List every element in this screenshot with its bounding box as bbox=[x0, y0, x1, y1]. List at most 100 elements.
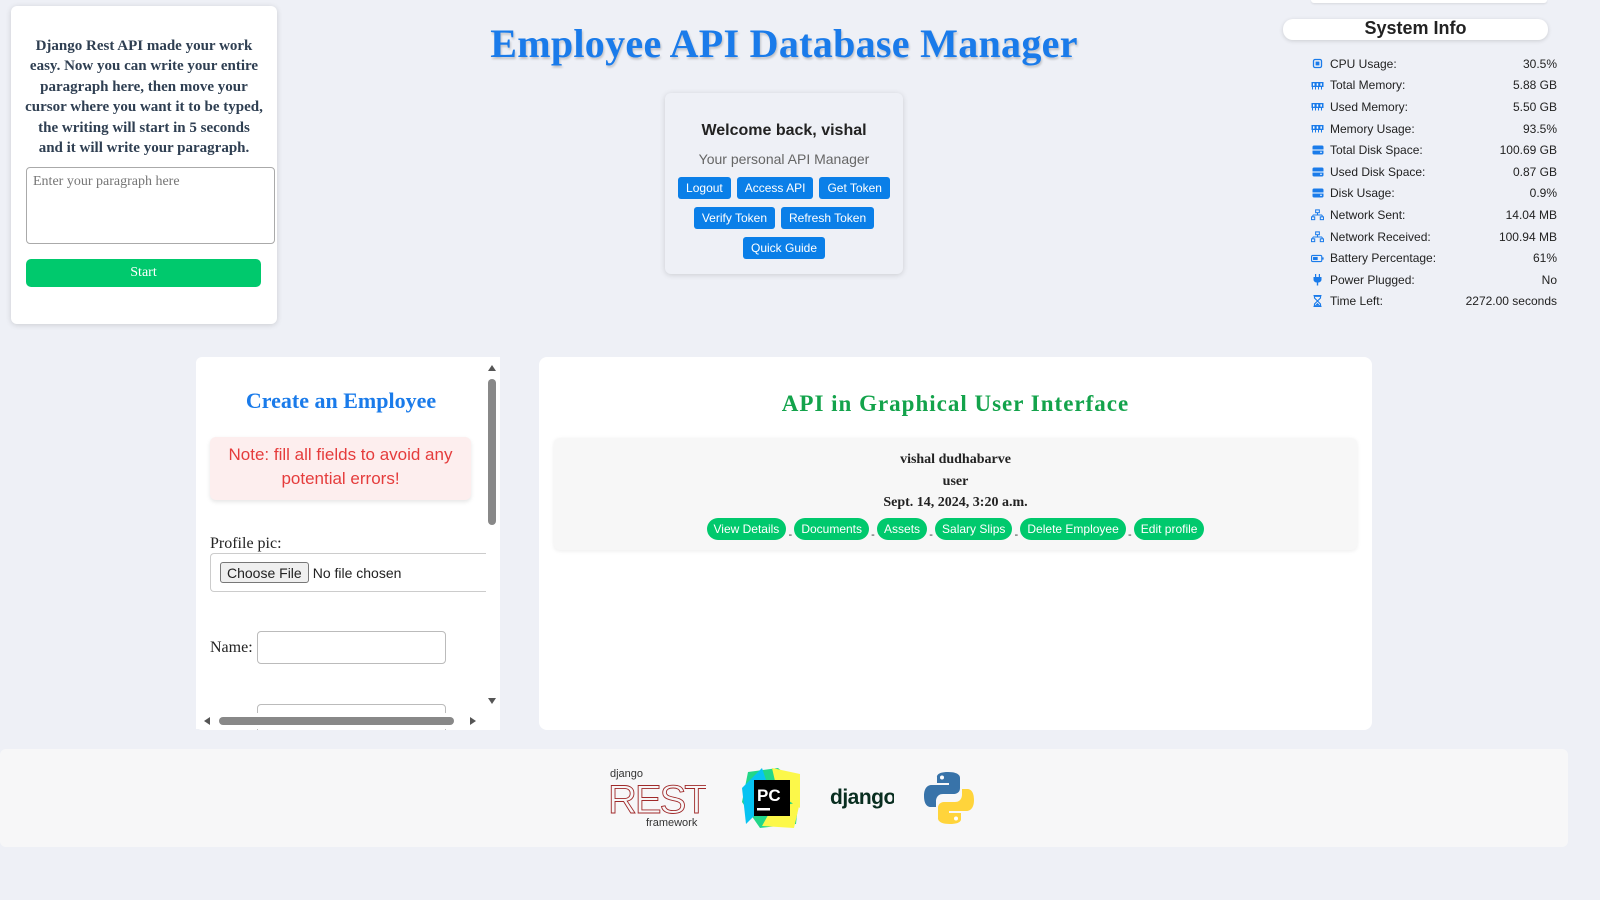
time-left-label: Time Left: bbox=[1330, 294, 1383, 309]
cpu-usage-label: CPU Usage: bbox=[1330, 56, 1397, 71]
system-info-row: Power Plugged: No bbox=[1311, 269, 1557, 291]
django-rest-framework-logo: django REST framework bbox=[608, 768, 706, 829]
disk-icon bbox=[1311, 166, 1324, 178]
used-memory-value: 5.50 GB bbox=[1512, 99, 1557, 114]
create-panel-horizontal-scrollbar[interactable] bbox=[196, 713, 484, 729]
memory-usage-value: 93.5% bbox=[1522, 121, 1557, 136]
battery-icon bbox=[1311, 252, 1324, 264]
battery-percentage-label: Battery Percentage: bbox=[1330, 251, 1437, 266]
pycharm-logo: PC bbox=[742, 768, 800, 828]
system-info-row: Network Received: 100.94 MB bbox=[1311, 226, 1557, 248]
paragraph-input[interactable] bbox=[26, 167, 275, 245]
horizontal-scroll-thumb[interactable] bbox=[219, 717, 454, 725]
scroll-down-arrow-icon[interactable] bbox=[488, 698, 496, 704]
time-left-value: 2272.00 seconds bbox=[1465, 294, 1557, 309]
create-panel-vertical-scrollbar[interactable] bbox=[484, 361, 500, 708]
action-separator: - bbox=[1014, 528, 1019, 541]
api-gui-panel: API in Graphical User Interface vishal d… bbox=[539, 357, 1372, 730]
disk-icon bbox=[1311, 187, 1324, 199]
get-token-button[interactable]: Get Token bbox=[819, 177, 890, 199]
profile-pic-label: Profile pic: bbox=[210, 535, 282, 552]
memory-icon bbox=[1311, 79, 1324, 91]
scroll-up-arrow-icon[interactable] bbox=[488, 365, 496, 371]
refresh-token-button[interactable]: Refresh Token bbox=[781, 207, 875, 229]
system-info-row: Total Memory: 5.88 GB bbox=[1311, 75, 1557, 97]
system-info-row: Network Sent: 14.04 MB bbox=[1311, 204, 1557, 226]
create-employee-panel: Create an Employee Note: fill all fields… bbox=[196, 357, 500, 730]
quick-guide-button[interactable]: Quick Guide bbox=[742, 237, 826, 259]
name-input[interactable] bbox=[257, 631, 446, 664]
edit-profile-button[interactable]: Edit profile bbox=[1133, 517, 1205, 540]
disk-usage-value: 0.9% bbox=[1529, 186, 1557, 201]
pycharm-logo-text: PC bbox=[757, 786, 781, 805]
system-info-row: Memory Usage: 93.5% bbox=[1311, 118, 1557, 140]
network-received-value: 100.94 MB bbox=[1498, 229, 1557, 244]
total-disk-value: 100.69 GB bbox=[1499, 143, 1557, 158]
vertical-scroll-thumb[interactable] bbox=[488, 379, 496, 525]
system-info-list: CPU Usage: 30.5% Total Memory: 5.88 GB U… bbox=[1311, 53, 1557, 312]
choose-file-button[interactable]: Choose File bbox=[220, 562, 309, 583]
assets-button[interactable]: Assets bbox=[877, 517, 928, 540]
system-info-row: Battery Percentage: 61% bbox=[1311, 247, 1557, 269]
total-memory-label: Total Memory: bbox=[1330, 78, 1406, 93]
network-sent-value: 14.04 MB bbox=[1505, 207, 1557, 222]
system-info-row: Used Memory: 5.50 GB bbox=[1311, 96, 1557, 118]
system-info-title: System Info bbox=[1283, 19, 1548, 40]
django-logo-text: django bbox=[830, 786, 894, 809]
employee-date: Sept. 14, 2024, 3:20 a.m. bbox=[883, 495, 1028, 510]
verify-token-button[interactable]: Verify Token bbox=[693, 207, 775, 229]
delete-employee-button[interactable]: Delete Employee bbox=[1020, 517, 1126, 540]
total-memory-value: 5.88 GB bbox=[1512, 78, 1557, 93]
salary-slips-button[interactable]: Salary Slips bbox=[935, 517, 1013, 540]
network-received-label: Network Received: bbox=[1330, 229, 1431, 244]
system-info-row: Total Disk Space: 100.69 GB bbox=[1311, 139, 1557, 161]
network-sent-label: Network Sent: bbox=[1330, 207, 1406, 222]
footer-logo-bar: django REST framework PC django bbox=[0, 749, 1568, 847]
documents-button[interactable]: Documents bbox=[794, 517, 870, 540]
action-separator: - bbox=[788, 528, 793, 541]
used-disk-label: Used Disk Space: bbox=[1330, 164, 1426, 179]
disk-icon bbox=[1311, 144, 1324, 156]
action-separator: - bbox=[1127, 528, 1132, 541]
employee-card: vishal dudhabarve user Sept. 14, 2024, 3… bbox=[554, 438, 1357, 550]
battery-percentage-value: 61% bbox=[1532, 251, 1557, 266]
python-logo bbox=[924, 772, 974, 824]
used-disk-value: 0.87 GB bbox=[1512, 164, 1557, 179]
scroll-right-arrow-icon[interactable] bbox=[470, 717, 476, 725]
network-icon bbox=[1311, 230, 1324, 243]
employee-name: vishal dudhabarve bbox=[900, 452, 1011, 467]
employee-role: user bbox=[942, 473, 969, 489]
network-icon bbox=[1311, 209, 1324, 221]
welcome-card: Welcome back, vishal Your personal API M… bbox=[665, 93, 903, 274]
api-gui-title: API in Graphical User Interface bbox=[781, 391, 1130, 416]
create-employee-title: Create an Employee bbox=[245, 388, 437, 413]
memory-icon bbox=[1311, 123, 1324, 135]
start-typing-button[interactable]: Start bbox=[26, 259, 261, 288]
total-disk-label: Total Disk Space: bbox=[1330, 143, 1423, 158]
action-separator: - bbox=[871, 528, 875, 541]
cpu-icon bbox=[1311, 58, 1324, 70]
name-label: Name: bbox=[210, 639, 253, 656]
system-info-row: Disk Usage: 0.9% bbox=[1311, 183, 1557, 205]
drf-logo-bottom-text: framework bbox=[646, 817, 698, 829]
cpu-usage-value: 30.5% bbox=[1522, 56, 1557, 71]
welcome-subtitle: Your personal API Manager bbox=[698, 151, 870, 167]
plug-icon bbox=[1311, 273, 1324, 286]
power-plugged-value: No bbox=[1541, 272, 1557, 287]
django-logo: django bbox=[830, 786, 894, 809]
system-info-row: Used Disk Space: 0.87 GB bbox=[1311, 161, 1557, 183]
scroll-left-arrow-icon[interactable] bbox=[204, 717, 210, 725]
logout-button[interactable]: Logout bbox=[678, 177, 731, 199]
action-separator: - bbox=[929, 528, 933, 541]
system-info-row: CPU Usage: 30.5% bbox=[1311, 53, 1557, 75]
drf-logo-main-text: REST bbox=[608, 778, 706, 822]
welcome-title: Welcome back, vishal bbox=[701, 122, 867, 139]
used-memory-label: Used Memory: bbox=[1330, 99, 1409, 114]
view-details-button[interactable]: View Details bbox=[706, 517, 787, 540]
access-api-button[interactable]: Access API bbox=[736, 177, 814, 199]
fill-fields-note: Note: fill all fields to avoid any poten… bbox=[210, 437, 471, 500]
power-plugged-label: Power Plugged: bbox=[1330, 272, 1415, 287]
hourglass-icon bbox=[1311, 295, 1324, 308]
disk-usage-label: Disk Usage: bbox=[1330, 186, 1395, 201]
no-file-chosen-text: No file chosen bbox=[312, 564, 402, 581]
